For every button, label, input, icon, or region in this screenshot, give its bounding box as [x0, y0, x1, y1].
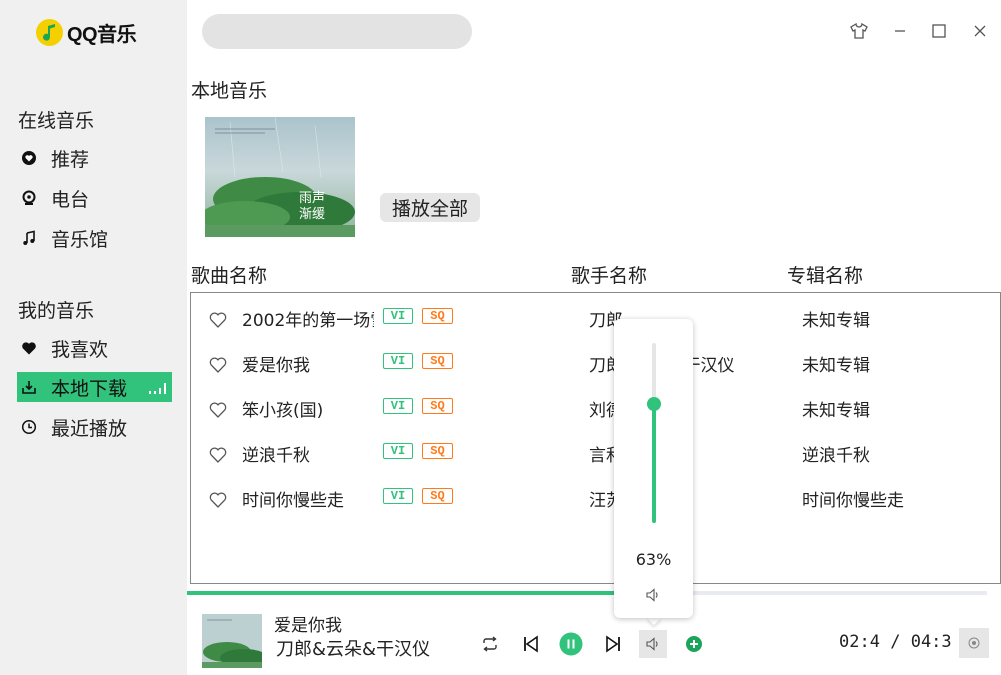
vip-tag: VI: [383, 353, 413, 369]
sidebar-item-label: 电台: [51, 188, 90, 211]
like-heart-icon[interactable]: [208, 400, 228, 420]
vip-tag: VI: [383, 308, 413, 324]
minimize-icon[interactable]: [891, 22, 909, 40]
my-music-title: 我的音乐: [18, 300, 95, 322]
volume-button[interactable]: [639, 630, 667, 658]
add-to-playlist-button[interactable]: [680, 630, 708, 658]
album-name[interactable]: 逆浪千秋: [802, 441, 870, 466]
album-cover-image: [205, 117, 355, 237]
skin-icon[interactable]: [850, 22, 868, 40]
current-time: 02:4: [839, 632, 880, 652]
column-header-artist[interactable]: 歌手名称: [571, 261, 647, 288]
heart-icon: [19, 338, 39, 358]
sq-quality-tag: SQ: [422, 398, 453, 414]
page-title: 本地音乐: [191, 80, 268, 102]
download-icon: [19, 377, 39, 397]
like-heart-icon[interactable]: [208, 310, 228, 330]
speaker-icon: [646, 637, 658, 651]
album-name[interactable]: 时间你慢些走: [802, 486, 904, 511]
pause-button[interactable]: [557, 630, 585, 658]
now-playing-artist[interactable]: 刀郎&云朵&干汉仪: [276, 635, 430, 661]
sidebar-item-label: 本地下载: [51, 377, 128, 400]
song-title: 爱是你我: [242, 356, 310, 376]
sidebar: QQ音乐 在线音乐 推荐 电台 音乐馆 我的音乐 我喜欢 本地下载 最近播放: [0, 0, 187, 675]
close-icon[interactable]: [971, 22, 989, 40]
now-playing-title: 爱是你我: [274, 616, 342, 636]
song-title: 2002年的第一场雪: [242, 311, 374, 331]
column-header-song[interactable]: 歌曲名称: [191, 261, 267, 288]
volume-slider-fill: [652, 404, 656, 523]
music-note-icon: [19, 228, 39, 248]
table-row[interactable]: 2002年的第一场雪 VI SQ 刀郎 未知专辑: [191, 302, 1000, 336]
vip-tag: VI: [383, 398, 413, 414]
playing-equalizer-icon: [149, 380, 166, 394]
table-row[interactable]: 逆浪千秋 VI SQ 言和 逆浪千秋: [191, 437, 1000, 471]
play-all-button[interactable]: 播放全部: [380, 193, 480, 222]
table-row[interactable]: 爱是你我 VI SQ 刀郎&云朵&干汉仪 未知专辑: [191, 347, 1000, 381]
table-row[interactable]: 时间你慢些走 VI SQ 汪苏泷 时间你慢些走: [191, 482, 1000, 516]
speaker-icon[interactable]: [645, 587, 661, 603]
table-row[interactable]: 笨小孩(国) VI SQ 刘德华 未知专辑: [191, 392, 1000, 426]
total-time: 04:3: [910, 632, 951, 652]
sidebar-item-favorites[interactable]: 我喜欢: [17, 333, 172, 363]
album-name[interactable]: 未知专辑: [802, 306, 870, 331]
playback-progress-bar[interactable]: [187, 591, 987, 595]
playback-time: 02:4 / 04:3: [839, 632, 951, 652]
sidebar-item-label: 最近播放: [51, 417, 128, 440]
column-header-album[interactable]: 专辑名称: [787, 261, 863, 288]
previous-track-icon[interactable]: [517, 630, 545, 658]
song-title: 逆浪千秋: [242, 446, 310, 466]
search-input[interactable]: [202, 14, 472, 49]
vip-tag: VI: [383, 443, 413, 459]
song-table: 2002年的第一场雪 VI SQ 刀郎 未知专辑 爱是你我 VI SQ 刀郎&云…: [190, 292, 1001, 584]
qq-music-logo[interactable]: QQ音乐: [36, 18, 137, 47]
sidebar-item-local-download[interactable]: 本地下载: [17, 372, 172, 402]
album-name[interactable]: 未知专辑: [802, 351, 870, 376]
volume-slider-handle[interactable]: [647, 397, 661, 411]
album-cover-title: 雨声 渐缓: [299, 191, 326, 222]
radio-icon: [19, 188, 39, 208]
logo-text: QQ音乐: [67, 24, 137, 46]
lyrics-toggle-button[interactable]: [959, 628, 989, 658]
time-separator: /: [890, 632, 901, 652]
sidebar-item-label: 我喜欢: [51, 338, 109, 361]
sidebar-item-recent[interactable]: 最近播放: [17, 412, 172, 442]
like-heart-icon[interactable]: [208, 445, 228, 465]
recommend-icon: [19, 148, 39, 168]
sidebar-item-recommend[interactable]: 推荐: [17, 143, 172, 173]
maximize-icon[interactable]: [930, 22, 948, 40]
repeat-mode-icon[interactable]: [476, 630, 504, 658]
playback-progress-fill: [187, 591, 615, 595]
vip-tag: VI: [383, 488, 413, 504]
music-note-logo-icon: [36, 19, 63, 46]
sidebar-item-radio[interactable]: 电台: [17, 183, 172, 213]
sq-quality-tag: SQ: [422, 443, 453, 459]
clock-icon: [19, 417, 39, 437]
online-music-title: 在线音乐: [18, 110, 95, 132]
sq-quality-tag: SQ: [422, 488, 453, 504]
sidebar-item-music-hall[interactable]: 音乐馆: [17, 223, 172, 253]
next-track-icon[interactable]: [599, 630, 627, 658]
now-playing-cover-image[interactable]: [202, 614, 262, 668]
volume-popup: 63%: [614, 319, 693, 618]
sq-quality-tag: SQ: [422, 308, 453, 324]
like-heart-icon[interactable]: [208, 355, 228, 375]
sq-quality-tag: SQ: [422, 353, 453, 369]
volume-percent: 63%: [635, 550, 672, 569]
volume-slider-track[interactable]: [647, 343, 661, 523]
song-title: 笨小孩(国): [242, 401, 324, 421]
song-title: 时间你慢些走: [242, 491, 344, 511]
sidebar-item-label: 音乐馆: [51, 228, 109, 251]
like-heart-icon[interactable]: [208, 490, 228, 510]
sidebar-item-label: 推荐: [51, 148, 90, 171]
album-name[interactable]: 未知专辑: [802, 396, 870, 421]
